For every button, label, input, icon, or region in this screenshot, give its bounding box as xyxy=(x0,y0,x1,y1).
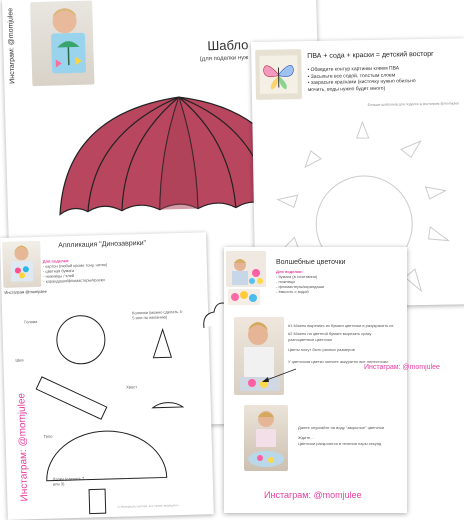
photo-illustration xyxy=(232,259,263,285)
photo-illustration xyxy=(51,8,86,74)
child-dino-photo xyxy=(2,240,42,288)
paper-flowers-photo xyxy=(228,289,260,305)
instruction-step: Цветы могут быть разных размеров xyxy=(288,347,355,352)
photo-illustration xyxy=(248,411,284,467)
flowers-instagram-footer: Инстаграм: @momjulee xyxy=(264,490,362,500)
water-instructions: Далее опускайте на воду "закрытые" цвето… xyxy=(298,425,398,447)
flowers-sheet-title: Волшебные цветочки xyxy=(276,259,346,266)
pva-footer: Больше шаблонов для поделок в инстаграм … xyxy=(367,101,460,107)
paper-flowers-illustration xyxy=(231,291,257,302)
instruction-step: #2 Можно на цветной бумаге вырезать сраз… xyxy=(288,331,372,342)
dino-sheet-title: Аппликация "Динозаврики" xyxy=(58,239,147,250)
child-flowers-photo xyxy=(226,251,266,287)
umbrella-sheet-subtitle: (для поделки нуж xyxy=(199,55,249,63)
pva-sheet-title: ПВА + сода + краски = детский восторг xyxy=(307,50,434,61)
water-step: Далее опускайте на воду "закрытые" цвето… xyxy=(298,425,385,430)
dino-shapes-template xyxy=(35,315,185,515)
umbrella-sheet-title: Шабло xyxy=(207,37,249,54)
photo-illustration xyxy=(10,245,34,282)
tail-half-circle-shape xyxy=(151,402,185,409)
dino-materials-list: - картон (любой кроме тону, нитки) - цве… xyxy=(43,260,193,284)
dino-applique-sheet: Инстаграм @momjulee Аппликация "Динозавр… xyxy=(0,232,214,520)
pva-steps-list: • Обведите контур картинки клеем ПВА • З… xyxy=(307,65,425,93)
child-umbrella-photo xyxy=(30,0,95,87)
flowers-instructions: #1 Можно вырезать из бумаги цветочки в р… xyxy=(288,323,398,365)
pva-step: • закрасьте красками (кисточку нужно оби… xyxy=(307,78,416,93)
dino-photo-caption: Инстаграм @momjulee xyxy=(4,288,47,295)
leg-rectangle-shape xyxy=(88,488,107,515)
pointer-arrow xyxy=(262,368,297,382)
butterfly-craft-photo xyxy=(255,49,303,100)
butterfly-icon xyxy=(259,55,298,94)
horn-triangle-shape xyxy=(152,327,173,359)
instruction-step: #1 Можно вырезать из бумаги цветочки в р… xyxy=(288,323,394,328)
neck-rectangle-shape xyxy=(35,376,108,420)
body-half-circle-shape xyxy=(46,430,168,482)
instagram-vertical-label: Инстаграм: @momjulee xyxy=(7,7,17,84)
material-item: - ёмкость с водой xyxy=(276,289,309,294)
flowers-in-water-photo xyxy=(244,405,288,471)
head-circle-shape xyxy=(56,315,106,365)
flowers-materials-list: - бумага (в сочетании) - ножницы - флома… xyxy=(276,274,324,294)
flowers-instagram-badge: Инстаграм: @momjulee xyxy=(364,364,440,371)
water-step: Цветочки раскроются в течении пары секун… xyxy=(298,441,382,446)
magic-flowers-sheet: Волшебные цветочки Для поделки: - бумага… xyxy=(224,247,407,513)
